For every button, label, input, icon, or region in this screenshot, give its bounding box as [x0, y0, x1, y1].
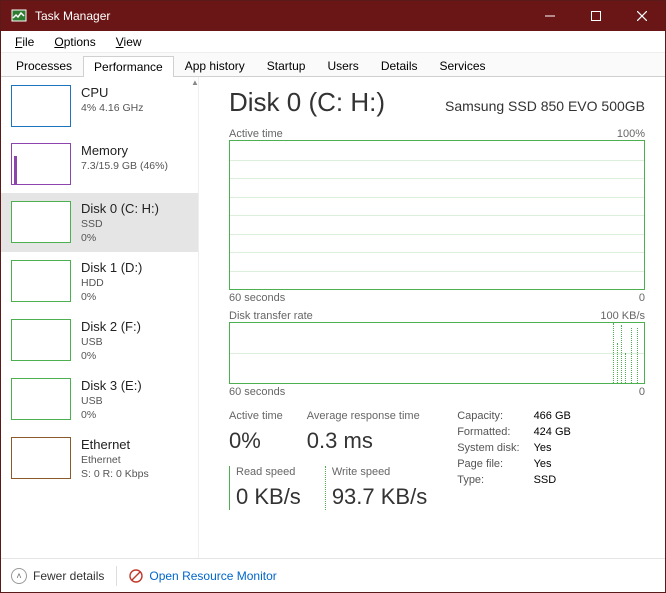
tab-details[interactable]: Details: [370, 55, 429, 76]
prop-type-k: Type:: [457, 474, 519, 486]
sidebar-item-sub: SSD: [81, 218, 159, 230]
tab-performance[interactable]: Performance: [83, 56, 174, 77]
maximize-button[interactable]: [573, 1, 619, 31]
chevron-up-icon: ˄: [11, 568, 27, 584]
sidebar-item-memory[interactable]: Memory 7.3/15.9 GB (46%): [1, 135, 198, 193]
sidebar-item-sub: USB: [81, 336, 141, 348]
read-speed-label: Read speed: [236, 466, 301, 478]
ethernet-thumb-chart: [11, 437, 71, 479]
tab-users[interactable]: Users: [316, 55, 369, 76]
sidebar-item-label: Disk 2 (F:): [81, 319, 141, 334]
prop-formatted-k: Formatted:: [457, 426, 519, 438]
sidebar-item-sub: HDD: [81, 277, 142, 289]
sidebar-item-sub2: 0%: [81, 291, 142, 303]
task-manager-window: Task Manager File Options View Processes…: [0, 0, 666, 593]
chart1-xright: 0: [639, 292, 645, 304]
memory-thumb-chart: [11, 143, 71, 185]
sidebar-item-label: Memory: [81, 143, 168, 158]
sidebar-item-disk2[interactable]: Disk 2 (F:) USB 0%: [1, 311, 198, 370]
close-button[interactable]: [619, 1, 665, 31]
disk-thumb-chart: [11, 260, 71, 302]
sidebar-item-cpu[interactable]: CPU 4% 4.16 GHz: [1, 77, 198, 135]
body: ▲ CPU 4% 4.16 GHz Memory 7.3/15.9 GB (46…: [1, 77, 665, 558]
chart2-label: Disk transfer rate: [229, 310, 313, 322]
menu-file[interactable]: File: [7, 33, 42, 51]
window-title: Task Manager: [35, 9, 110, 23]
menu-view[interactable]: View: [108, 33, 150, 51]
sidebar-item-sub2: 0%: [81, 232, 159, 244]
sidebar-scrollbar[interactable]: ▲: [192, 77, 198, 558]
chart2-max: 100 KB/s: [600, 310, 645, 322]
avg-response-value: 0.3 ms: [307, 428, 420, 454]
sidebar-item-label: Ethernet: [81, 437, 149, 452]
active-time-chart[interactable]: [229, 140, 645, 290]
sidebar-item-sub: 7.3/15.9 GB (46%): [81, 160, 168, 172]
disk-thumb-chart: [11, 201, 71, 243]
device-model: Samsung SSD 850 EVO 500GB: [445, 98, 645, 114]
prop-pagefile-k: Page file:: [457, 458, 519, 470]
sidebar-item-disk0[interactable]: Disk 0 (C: H:) SSD 0%: [1, 193, 198, 252]
prop-pagefile-v: Yes: [534, 458, 571, 470]
prop-capacity-v: 466 GB: [534, 410, 571, 422]
active-time-value: 0%: [229, 428, 283, 454]
footer-divider: [116, 566, 117, 586]
main-panel: Disk 0 (C: H:) Samsung SSD 850 EVO 500GB…: [199, 77, 665, 558]
chart1-label: Active time: [229, 128, 283, 140]
sidebar-item-sub2: 0%: [81, 409, 142, 421]
chart2-xleft: 60 seconds: [229, 386, 285, 398]
tab-startup[interactable]: Startup: [256, 55, 317, 76]
sidebar-item-disk1[interactable]: Disk 1 (D:) HDD 0%: [1, 252, 198, 311]
fewer-details-button[interactable]: ˄ Fewer details: [11, 568, 104, 584]
tab-services[interactable]: Services: [429, 55, 497, 76]
sidebar-item-label: Disk 0 (C: H:): [81, 201, 159, 216]
write-speed-value: 93.7 KB/s: [332, 484, 427, 510]
sidebar-item-sub2: 0%: [81, 350, 141, 362]
disk-thumb-chart: [11, 378, 71, 420]
prop-systemdisk-v: Yes: [534, 442, 571, 454]
sidebar-item-sub: Ethernet: [81, 454, 149, 466]
sidebar-item-label: Disk 3 (E:): [81, 378, 142, 393]
app-icon: [11, 8, 27, 24]
write-speed-label: Write speed: [332, 466, 427, 478]
sidebar-item-sub: 4% 4.16 GHz: [81, 102, 143, 114]
tab-strip: Processes Performance App history Startu…: [1, 53, 665, 77]
transfer-rate-chart[interactable]: [229, 322, 645, 384]
sidebar-item-label: CPU: [81, 85, 143, 100]
prop-capacity-k: Capacity:: [457, 410, 519, 422]
footer: ˄ Fewer details Open Resource Monitor: [1, 558, 665, 592]
prop-type-v: SSD: [534, 474, 571, 486]
chart1-xleft: 60 seconds: [229, 292, 285, 304]
tab-app-history[interactable]: App history: [174, 55, 256, 76]
chart1-max: 100%: [617, 128, 645, 140]
disk-properties: Capacity: 466 GB Formatted: 424 GB System …: [457, 410, 571, 510]
open-resource-monitor-link[interactable]: Open Resource Monitor: [129, 569, 276, 583]
chart2-xright: 0: [639, 386, 645, 398]
sidebar-item-disk3[interactable]: Disk 3 (E:) USB 0%: [1, 370, 198, 429]
menu-options[interactable]: Options: [46, 33, 103, 51]
page-title: Disk 0 (C: H:): [229, 87, 385, 118]
titlebar: Task Manager: [1, 1, 665, 31]
minimize-button[interactable]: [527, 1, 573, 31]
tab-processes[interactable]: Processes: [5, 55, 83, 76]
prop-systemdisk-k: System disk:: [457, 442, 519, 454]
disk-thumb-chart: [11, 319, 71, 361]
active-time-label: Active time: [229, 410, 283, 422]
cpu-thumb-chart: [11, 85, 71, 127]
sidebar-item-sub: USB: [81, 395, 142, 407]
avg-response-label: Average response time: [307, 410, 420, 422]
read-speed-value: 0 KB/s: [236, 484, 301, 510]
open-resource-monitor-label: Open Resource Monitor: [149, 569, 276, 583]
sidebar-item-ethernet[interactable]: Ethernet Ethernet S: 0 R: 0 Kbps: [1, 429, 198, 488]
sidebar-item-label: Disk 1 (D:): [81, 260, 142, 275]
fewer-details-label: Fewer details: [33, 569, 104, 583]
sidebar-item-sub2: S: 0 R: 0 Kbps: [81, 468, 149, 480]
sidebar: ▲ CPU 4% 4.16 GHz Memory 7.3/15.9 GB (46…: [1, 77, 199, 558]
scroll-up-icon[interactable]: ▲: [192, 77, 198, 87]
prop-formatted-v: 424 GB: [534, 426, 571, 438]
menubar: File Options View: [1, 31, 665, 53]
resource-monitor-icon: [129, 569, 143, 583]
